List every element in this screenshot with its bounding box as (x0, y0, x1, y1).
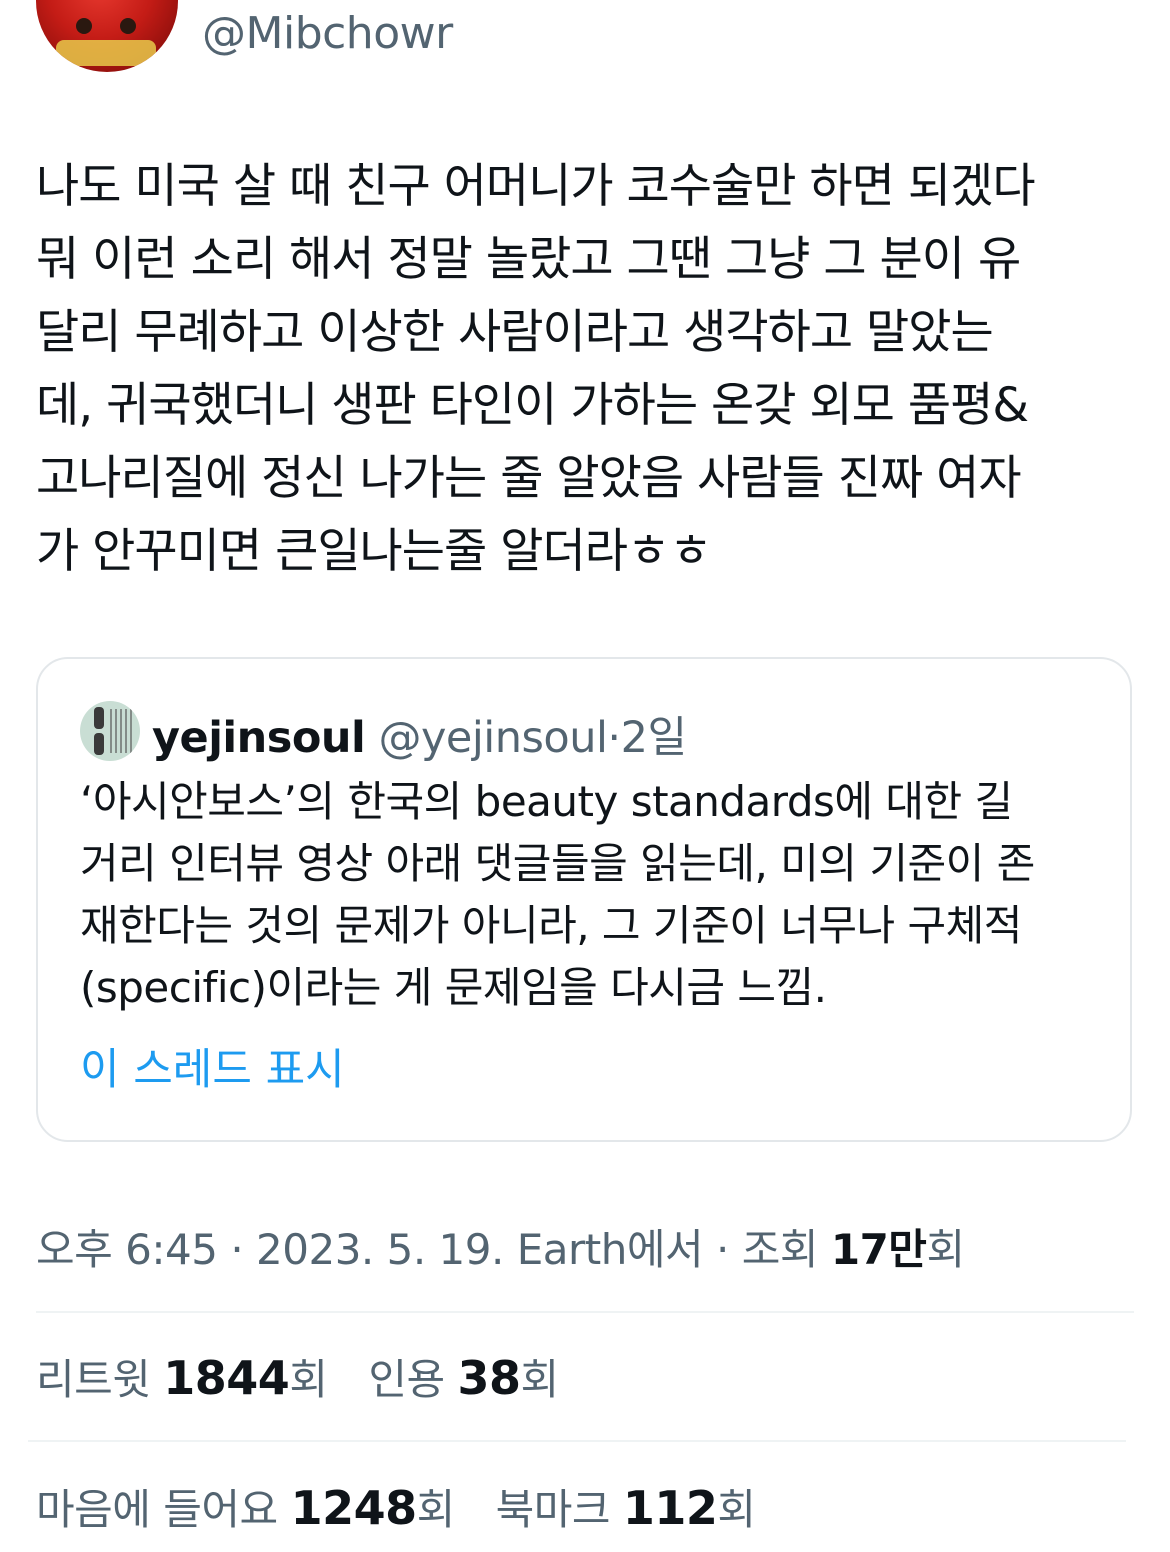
quoted-tweet-time[interactable]: 2일 (621, 713, 687, 763)
avatar-detail (94, 707, 104, 729)
views-count[interactable]: 17만 (831, 1225, 927, 1274)
avatar-detail (56, 40, 156, 66)
quotes-count: 38 (457, 1351, 521, 1405)
views-suffix: 회 (926, 1225, 965, 1274)
likes-label: 마음에 들어요 (36, 1485, 278, 1534)
quoted-tweet-text: ‘아시안보스’의 한국의 beauty standards에 대한 길 거리 인… (80, 777, 1035, 1012)
engagement-row-2: 마음에 들어요 1248회 북마크 112회 (36, 1476, 784, 1537)
avatar-detail (120, 18, 136, 34)
tweet-header: @Mibchowr (0, 0, 1170, 90)
bookmarks-suffix: 회 (717, 1485, 756, 1534)
avatar-detail (76, 18, 92, 34)
quotes-suffix: 회 (520, 1355, 559, 1404)
quoted-user-avatar-icon[interactable] (80, 701, 140, 761)
quotes-stat[interactable]: 인용 38회 (368, 1346, 559, 1407)
quotes-label: 인용 (368, 1355, 445, 1404)
bookmarks-count: 112 (622, 1481, 718, 1535)
views-label: 조회 (741, 1225, 819, 1274)
separator-dot: · (715, 1225, 729, 1274)
user-avatar-icon[interactable] (36, 0, 178, 72)
retweets-stat[interactable]: 리트윗 1844회 (36, 1346, 328, 1407)
avatar-detail (94, 733, 104, 755)
divider (28, 1440, 1126, 1442)
tweet-source: Earth에서 (516, 1225, 704, 1274)
separator-dot: · (230, 1225, 244, 1274)
likes-suffix: 회 (416, 1485, 456, 1534)
tweet-time[interactable]: 오후 6:45 (36, 1225, 218, 1274)
bookmarks-label: 북마크 (495, 1485, 611, 1534)
divider (36, 1311, 1134, 1313)
tweet-date[interactable]: 2023. 5. 19. (256, 1225, 504, 1274)
quoted-author-name[interactable]: yejinsoul (152, 713, 366, 763)
quoted-author-handle[interactable]: @yejinsoul (378, 713, 607, 763)
engagement-row-1: 리트윗 1844회 인용 38회 (36, 1346, 587, 1407)
bookmarks-stat[interactable]: 북마크 112회 (496, 1476, 756, 1537)
quoted-tweet-card[interactable]: yejinsoul @yejinsoul·2일 ‘아시안보스’의 한국의 bea… (36, 657, 1132, 1142)
show-thread-link[interactable]: 이 스레드 표시 (80, 1035, 345, 1097)
retweets-count: 1844 (163, 1351, 290, 1405)
tweet-metadata: 오후 6:45 · 2023. 5. 19. Earth에서 · 조회 17만회 (36, 1216, 965, 1277)
avatar-detail (110, 709, 132, 753)
author-handle[interactable]: @Mibchowr (202, 8, 453, 59)
quoted-tweet-header: yejinsoul @yejinsoul·2일 (152, 703, 687, 765)
retweets-suffix: 회 (289, 1355, 328, 1404)
separator-dot: · (607, 713, 621, 763)
retweets-label: 리트윗 (36, 1355, 151, 1404)
tweet-text: 나도 미국 살 때 친구 어머니가 코수술만 하면 되겠다 뭐 이런 소리 해서… (36, 159, 1036, 579)
likes-stat[interactable]: 마음에 들어요 1248회 (36, 1476, 455, 1537)
likes-count: 1248 (290, 1481, 418, 1535)
